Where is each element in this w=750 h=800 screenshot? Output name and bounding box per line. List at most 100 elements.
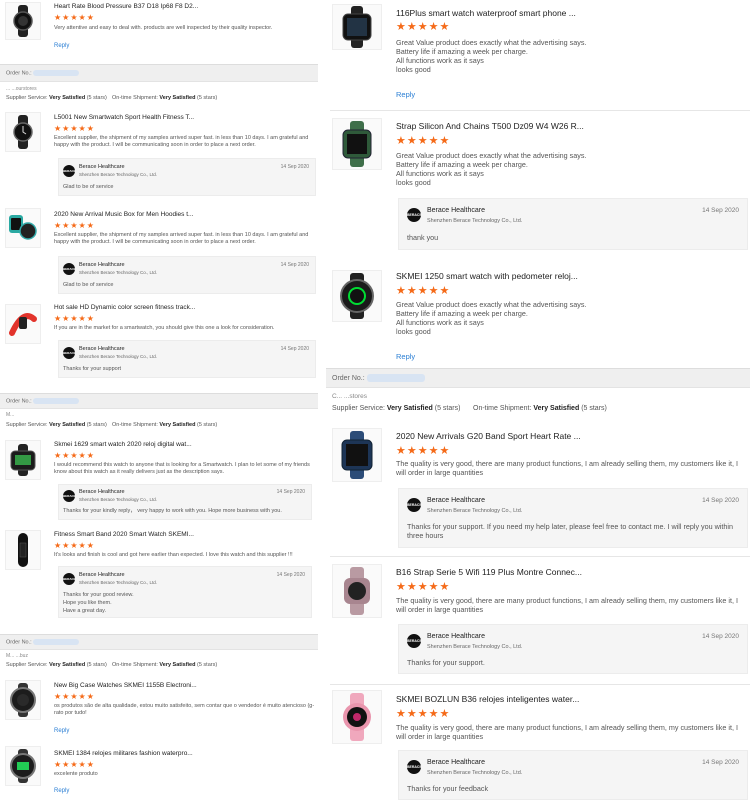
supplier-logo-icon: BERACE [63,263,75,275]
rating-stars: ★★★★★ [54,314,95,323]
reply-text-line: Hope you like them. [63,600,112,606]
supplier-company: Shenzhen Berace Technology Co., Ltd. [427,644,523,650]
product-title[interactable]: New Big Case Watches SKMEI 1155B Electro… [54,682,316,689]
review-text-line: looks good [396,327,431,336]
product-title[interactable]: B16 Strap Serie 5 Wifi 119 Plus Montre C… [396,567,746,577]
supplier-name: Berace Healthcare [79,164,125,170]
buyer-name: C... ...stores [332,393,368,400]
order-number-blurred [33,398,80,404]
smartwatch-icon [9,313,37,336]
shipment-label: On-time Shipment: [473,405,532,412]
product-title[interactable]: SKMEI BOZLUN B36 relojes inteligentes wa… [396,694,746,704]
review-text-line: looks good [396,178,431,187]
reply-text: Glad to be of service [63,282,114,288]
smartwatch-icon [9,215,37,240]
product-thumbnail[interactable] [5,530,41,570]
review-text: Excellent supplier, the shipment of my s… [54,232,309,246]
smartwatch-icon [18,533,28,567]
product-thumbnail[interactable] [5,680,41,720]
order-no-label: Order No.: [6,398,32,405]
supplier-reply-box: BERACE Berace Healthcare Shenzhen Berace… [58,340,316,378]
reply-link[interactable]: Reply [54,728,69,734]
divider [330,684,750,685]
product-thumbnail[interactable] [332,564,382,618]
supplier-service-value: Very Satisfied [386,405,433,412]
supplier-reply-box: BERACE Berace Healthcare Shenzhen Berace… [58,566,312,618]
supplier-reply-box: BERACE Berace Healthcare Shenzhen Berace… [398,750,748,800]
reply-link[interactable]: Reply [54,43,69,49]
product-thumbnail[interactable] [332,428,382,482]
product-thumbnail[interactable] [332,690,382,744]
product-title[interactable]: Skmei 1629 smart watch 2020 reloj digita… [54,441,316,448]
reply-date: 14 Sep 2020 [702,633,739,640]
product-title[interactable]: SKMEI 1250 smart watch with pedometer re… [396,271,746,281]
product-thumbnail[interactable] [5,746,41,786]
product-thumbnail[interactable] [332,270,382,322]
reply-date: 14 Sep 2020 [702,497,739,504]
product-title[interactable]: Strap Silicon And Chains T500 Dz09 W4 W2… [396,121,746,131]
review-text-line: All functions work as it says [396,169,484,178]
column-gap [318,0,326,800]
shipment-rating: On-time Shipment: Very Satisfied (5 star… [112,662,217,668]
product-title[interactable]: Hot sale HD Dynamic color screen fitness… [54,304,316,311]
rating-stars: ★★★★★ [54,451,95,460]
product-title[interactable]: Fitness Smart Band 2020 Smart Watch SKEM… [54,531,316,538]
product-thumbnail[interactable] [332,118,382,170]
supplier-company: Shenzhen Berace Technology Co., Ltd. [427,508,523,514]
buyer-name: M... ...buz [6,653,28,659]
shipment-stars: (5 stars) [197,95,218,101]
reply-text: Thanks for your feedback [407,784,489,793]
shipment-value: Very Satisfied [533,405,580,412]
product-thumbnail[interactable] [5,304,41,344]
review-text: The quality is very good, there are many… [396,596,738,615]
supplier-company: Shenzhen Berace Technology Co., Ltd. [427,218,523,224]
product-thumbnail[interactable] [332,4,382,50]
order-header: Order No.: [0,393,318,409]
product-title[interactable]: 2020 New Arrivals G20 Band Sport Heart R… [396,431,746,441]
product-thumbnail[interactable] [5,208,41,248]
product-title[interactable]: L5001 New Smartwatch Sport Health Fitnes… [54,114,316,121]
reply-link[interactable]: Reply [396,90,415,99]
reply-date: 14 Sep 2020 [280,164,309,170]
right-review-column: 116Plus smart watch waterproof smart pho… [326,0,750,800]
smartwatch-icon [343,693,371,741]
product-title[interactable]: Heart Rate Blood Pressure B37 D18 Ip68 F… [54,3,316,10]
review-text-line: Great Value product does exactly what th… [396,38,587,47]
buyer-name: M... [6,412,15,418]
shipment-rating: On-time Shipment: Very Satisfied (5 star… [473,405,607,412]
reply-text: Thanks for your support. [407,658,485,667]
supplier-company: Shenzhen Berace Technology Co., Ltd. [427,770,523,776]
product-thumbnail[interactable] [5,112,41,152]
review-text-line: Battery life if amazing a week per charg… [396,309,528,318]
reply-link[interactable]: Reply [396,352,415,361]
order-header: Order No.: [0,64,318,82]
supplier-logo-icon: BERACE [407,498,421,512]
product-title[interactable]: 2020 New Arrival Music Box for Men Hoodi… [54,211,316,218]
reply-text: thank you [407,233,439,242]
smartwatch-icon [340,273,374,319]
product-thumbnail[interactable] [5,2,41,40]
shipment-stars: (5 stars) [581,405,607,412]
rating-stars: ★★★★★ [54,760,95,769]
order-no-label: Order No.: [332,374,365,382]
review-text: If you are in the market for a smartwatc… [54,325,275,331]
product-thumbnail[interactable] [5,440,41,480]
supplier-company: Shenzhen Berace Technology Co., Ltd. [79,270,157,275]
reply-text-line: Have a great day. [63,608,107,614]
review-text: Very attentive and easy to deal with. pr… [54,25,273,31]
supplier-company: Shenzhen Berace Technology Co., Ltd. [79,580,157,585]
review-text: I would recommend this watch to anyone t… [54,462,310,476]
smartwatch-icon [342,6,372,48]
order-number-blurred [366,374,425,382]
supplier-service-value: Very Satisfied [49,662,86,668]
rating-stars: ★★★★★ [396,445,451,457]
supplier-logo-icon: BERACE [407,760,421,774]
supplier-service-label: Supplier Service: [332,405,385,412]
left-review-column: Heart Rate Blood Pressure B37 D18 Ip68 F… [0,0,318,800]
supplier-service-value: Very Satisfied [49,422,86,428]
supplier-reply-box: BERACE Berace Healthcare Shenzhen Berace… [398,488,748,548]
product-title[interactable]: SKMEI 1384 relojes militares fashion wat… [54,750,316,757]
supplier-company: Shenzhen Berace Technology Co., Ltd. [79,172,157,177]
reply-link[interactable]: Reply [54,788,69,794]
product-title[interactable]: 116Plus smart watch waterproof smart pho… [396,8,746,18]
